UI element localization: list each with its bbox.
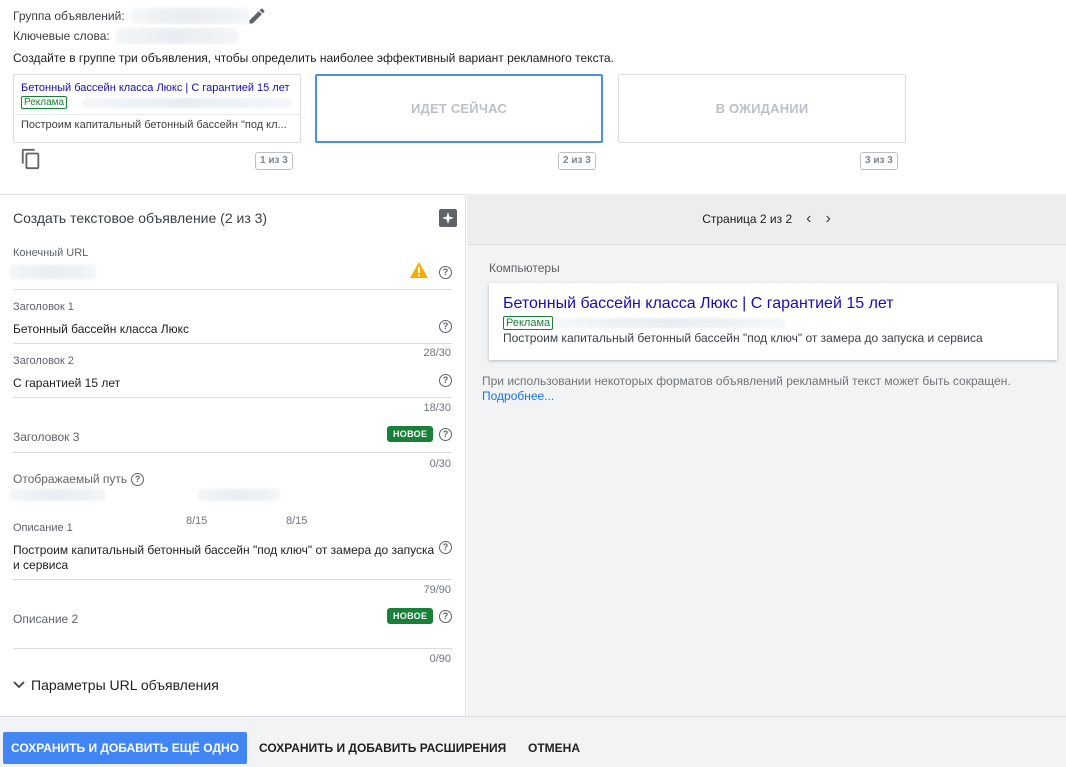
path1-input[interactable] bbox=[10, 489, 105, 501]
save-and-add-extensions-button[interactable]: СОХРАНИТЬ И ДОБАВИТЬ РАСШИРЕНИЯ bbox=[251, 732, 514, 764]
ad-badge: Реклама bbox=[21, 96, 68, 109]
desc1-label: Описание 1 bbox=[13, 522, 73, 534]
intro-text: Создайте в группе три объявления, чтобы … bbox=[13, 51, 614, 65]
final-url-label: Конечный URL bbox=[13, 247, 89, 259]
url-params-toggle[interactable]: Параметры URL объявления bbox=[13, 677, 219, 693]
display-path-label-row: Отображаемый путь ? bbox=[13, 472, 145, 486]
cancel-button[interactable]: ОТМЕНА bbox=[520, 732, 588, 764]
editor-title: Создать текстовое объявление (2 из 3) bbox=[13, 210, 268, 226]
url-params-label: Параметры URL объявления bbox=[31, 677, 219, 693]
ad-card-description: Построим капитальный бетонный бассейн "п… bbox=[21, 119, 287, 131]
footer-actions: СОХРАНИТЬ И ДОБАВИТЬ ЕЩЁ ОДНО СОХРАНИТЬ … bbox=[0, 716, 1066, 767]
keywords-redacted bbox=[115, 28, 238, 44]
headline1-input[interactable]: Бетонный бассейн класса Люкс bbox=[13, 322, 189, 336]
help-icon[interactable]: ? bbox=[439, 320, 452, 333]
field-underline bbox=[13, 579, 452, 580]
divider bbox=[14, 114, 300, 115]
field-underline bbox=[13, 289, 452, 290]
copy-icon[interactable] bbox=[20, 148, 42, 170]
sparkle-icon[interactable] bbox=[439, 209, 457, 227]
ad-card-status: В ОЖИДАНИИ bbox=[715, 101, 809, 116]
ad-group-label: Группа объявлений: bbox=[13, 9, 125, 23]
ad-group-header: Группа объявлений: Ключевые слова: Созда… bbox=[0, 0, 1066, 194]
help-icon[interactable]: ? bbox=[131, 472, 145, 486]
desc2-input[interactable]: Описание 2 bbox=[13, 612, 78, 626]
warning-icon bbox=[410, 262, 428, 278]
ad-badge: Реклама bbox=[503, 316, 554, 330]
new-badge: НОВОЕ bbox=[387, 426, 434, 442]
ad-url-redacted bbox=[82, 98, 292, 108]
ad-counter-2: 2 из 3 bbox=[558, 152, 596, 170]
field-underline bbox=[13, 343, 452, 344]
note-text: При использовании некоторых форматов объ… bbox=[482, 374, 1011, 388]
chevron-right-icon[interactable]: › bbox=[825, 210, 830, 228]
ad-card-status: ИДЕТ СЕЙЧАС bbox=[410, 101, 508, 116]
desc1-count: 79/90 bbox=[423, 584, 451, 596]
keywords-row: Ключевые слова: bbox=[13, 28, 238, 44]
field-underline bbox=[13, 648, 452, 649]
ad-card-1[interactable]: Бетонный бассейн класса Люкс | С гаранти… bbox=[13, 74, 301, 143]
headline3-input[interactable]: Заголовок 3 bbox=[13, 430, 79, 444]
help-icon[interactable]: ? bbox=[439, 374, 452, 387]
chevron-left-icon[interactable]: ‹ bbox=[806, 210, 811, 228]
preview-panel: Страница 2 из 2 ‹ › Компьютеры Бетонный … bbox=[467, 194, 1066, 716]
pager-text: Страница 2 из 2 bbox=[702, 212, 793, 226]
new-badge: НОВОЕ bbox=[387, 608, 434, 624]
ad-preview-card: Бетонный бассейн класса Люкс | С гаранти… bbox=[489, 283, 1057, 360]
help-icon[interactable]: ? bbox=[439, 266, 452, 279]
ad-group-name-redacted bbox=[130, 8, 249, 24]
headline2-count: 18/30 bbox=[423, 402, 451, 414]
device-label: Компьютеры bbox=[489, 261, 560, 275]
ad-card-3[interactable]: В ОЖИДАНИИ bbox=[618, 74, 906, 143]
display-path-label: Отображаемый путь bbox=[13, 472, 128, 486]
final-url-input[interactable] bbox=[10, 265, 96, 279]
ad-counter-1: 1 из 3 bbox=[255, 152, 293, 170]
chevron-down-icon bbox=[13, 681, 25, 689]
field-underline bbox=[13, 452, 452, 453]
preview-description: Построим капитальный бетонный бассейн "п… bbox=[503, 331, 983, 345]
ad-card-headline: Бетонный бассейн класса Люкс | С гаранти… bbox=[21, 82, 290, 94]
headline1-label: Заголовок 1 bbox=[13, 301, 74, 313]
headline2-label: Заголовок 2 bbox=[13, 355, 74, 367]
preview-headline[interactable]: Бетонный бассейн класса Люкс | С гаранти… bbox=[503, 295, 894, 313]
more-link[interactable]: Подробнее... bbox=[482, 389, 554, 403]
ad-card-2[interactable]: ИДЕТ СЕЙЧАС bbox=[315, 74, 603, 143]
headline3-count: 0/30 bbox=[429, 458, 451, 470]
path2-count: 8/15 bbox=[286, 515, 308, 527]
preview-url-redacted bbox=[555, 318, 785, 328]
keywords-label: Ключевые слова: bbox=[13, 29, 110, 43]
pencil-icon[interactable] bbox=[247, 6, 267, 26]
headline2-input[interactable]: С гарантией 15 лет bbox=[13, 376, 120, 390]
truncation-note: При использовании некоторых форматов объ… bbox=[482, 374, 1011, 404]
path1-count: 8/15 bbox=[186, 515, 208, 527]
ad-editor-panel: Создать текстовое объявление (2 из 3) Ко… bbox=[0, 194, 466, 716]
field-underline bbox=[13, 397, 452, 398]
headline1-count: 28/30 bbox=[423, 347, 451, 359]
path2-input[interactable] bbox=[198, 489, 280, 501]
help-icon[interactable]: ? bbox=[439, 541, 452, 554]
ad-group-row: Группа объявлений: bbox=[13, 8, 249, 24]
help-icon[interactable]: ? bbox=[439, 610, 452, 623]
help-icon[interactable]: ? bbox=[439, 428, 452, 441]
desc1-line2[interactable]: и сервиса bbox=[13, 558, 68, 572]
preview-pager: Страница 2 из 2 ‹ › bbox=[467, 194, 1066, 245]
ad-counter-3: 3 из 3 bbox=[860, 152, 898, 170]
desc1-line1[interactable]: Построим капитальный бетонный бассейн "п… bbox=[13, 543, 434, 557]
desc2-count: 0/90 bbox=[429, 653, 451, 665]
save-and-add-button[interactable]: СОХРАНИТЬ И ДОБАВИТЬ ЕЩЁ ОДНО bbox=[3, 732, 248, 764]
